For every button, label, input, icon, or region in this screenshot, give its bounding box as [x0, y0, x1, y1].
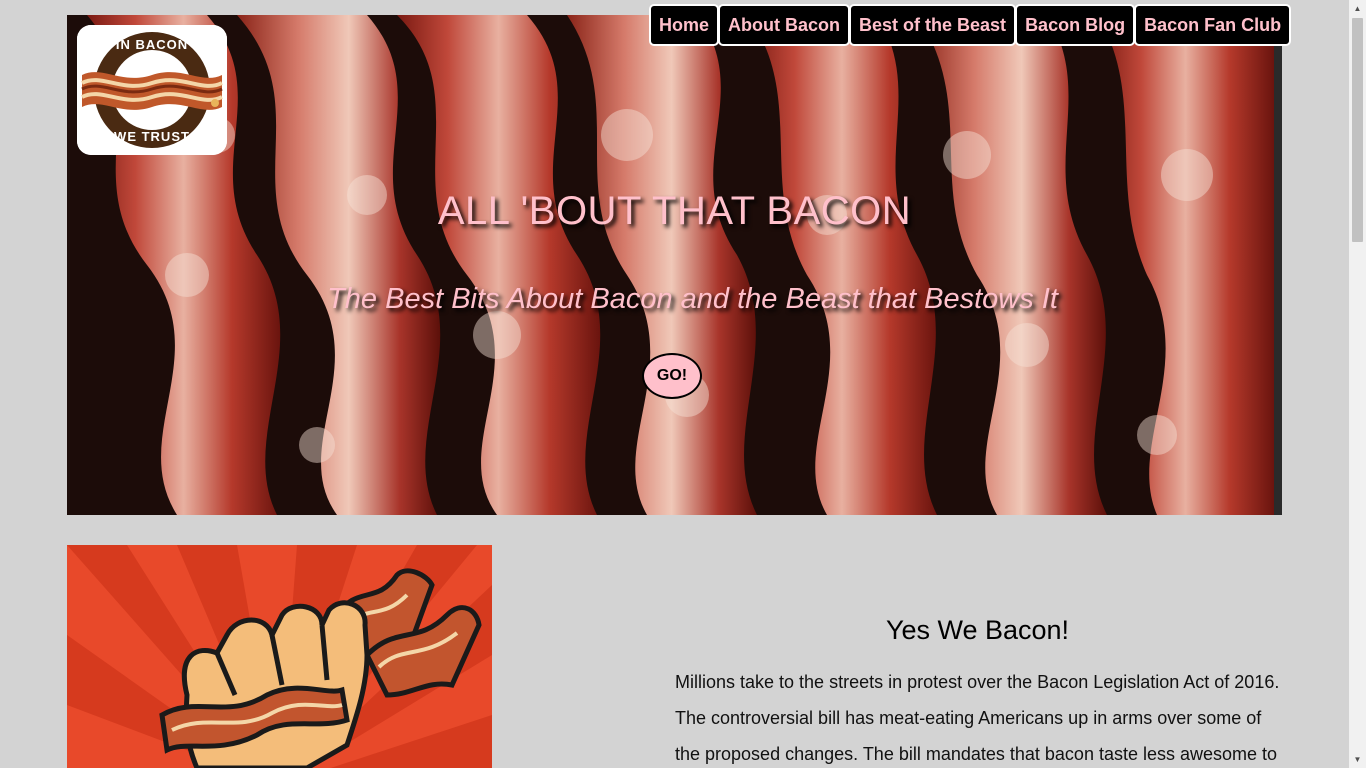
nav-item-bacon-blog[interactable]: Bacon Blog — [1015, 4, 1136, 46]
bacon-fist-image — [67, 545, 492, 768]
svg-text:WE TRUST: WE TRUST — [114, 129, 190, 144]
nav-item-best-of-the-beast[interactable]: Best of the Beast — [849, 4, 1017, 46]
vertical-scrollbar[interactable]: ▲ ▼ — [1349, 0, 1366, 768]
go-button[interactable]: GO! — [642, 353, 702, 399]
hero-subtitle: The Best Bits About Bacon and the Beast … — [327, 283, 1058, 315]
chevron-up-icon[interactable]: ▲ — [1349, 0, 1366, 17]
site-logo[interactable]: IN BACON WE TRUST — [77, 25, 227, 155]
nav-item-about-bacon[interactable]: About Bacon — [718, 4, 851, 46]
feature-body-text: Millions take to the streets in protest … — [675, 672, 1280, 764]
feature-heading: Yes We Bacon! — [885, 615, 1070, 645]
hero-title: ALL 'BOUT THAT BACON — [437, 189, 912, 233]
chevron-down-icon[interactable]: ▼ — [1349, 751, 1366, 768]
nav-item-home[interactable]: Home — [649, 4, 720, 46]
svg-text:IN BACON: IN BACON — [116, 37, 188, 52]
in-bacon-we-trust-logo: IN BACON WE TRUST — [77, 25, 227, 155]
scrollbar-thumb[interactable] — [1352, 18, 1363, 242]
nav-item-bacon-fan-club[interactable]: Bacon Fan Club — [1134, 4, 1292, 46]
hero-edge — [1274, 15, 1282, 515]
bacon-background-image — [67, 15, 1282, 515]
main-nav: Home About Bacon Best of the Beast Bacon… — [649, 4, 1292, 46]
page: IN BACON WE TRUST ALL 'BOUT THAT BACON T… — [0, 0, 1366, 768]
hero-banner: IN BACON WE TRUST ALL 'BOUT THAT BACON T… — [67, 15, 1282, 515]
